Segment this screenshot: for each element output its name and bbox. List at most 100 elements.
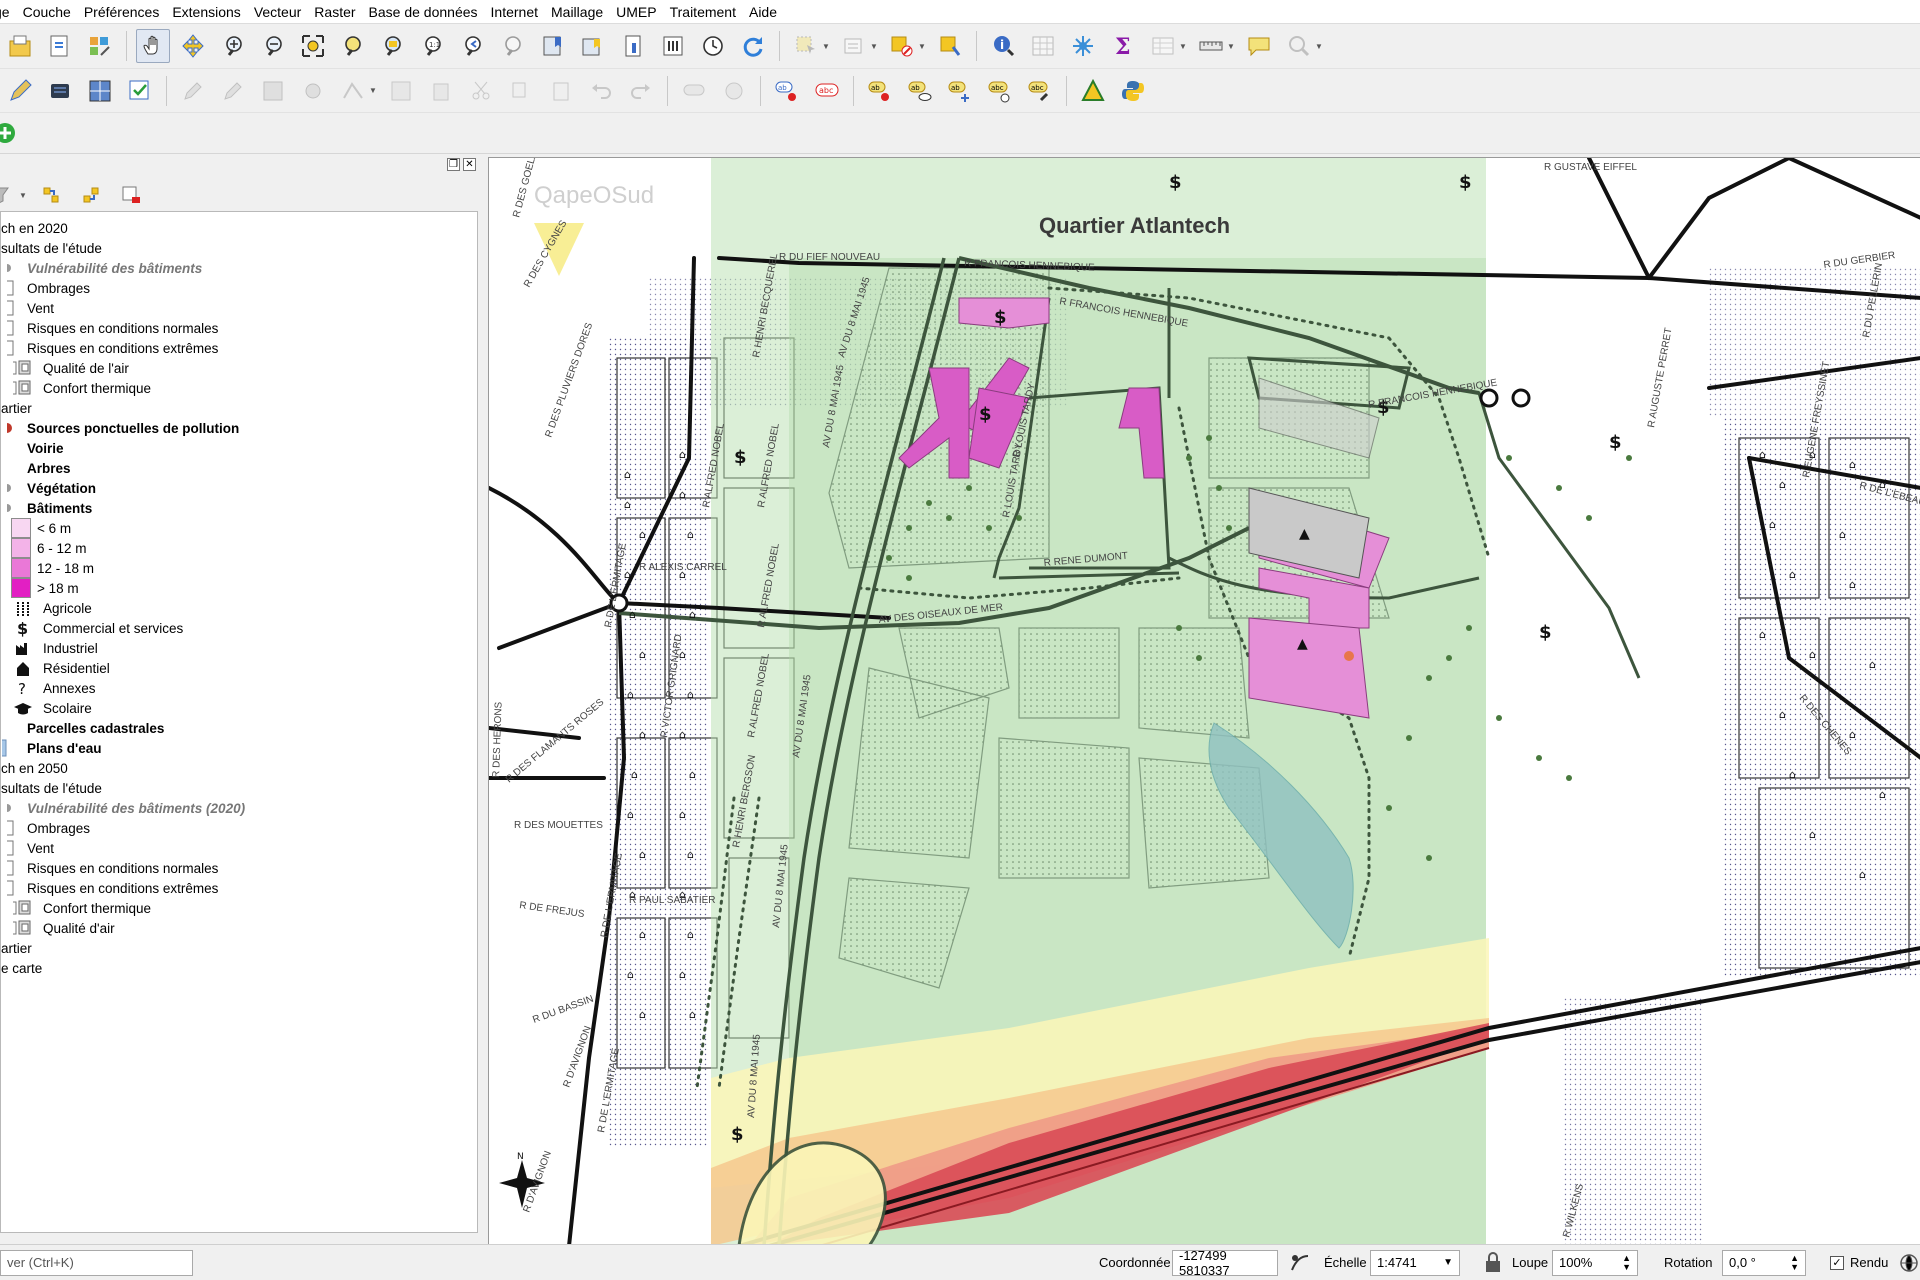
spinner-icon[interactable]: ▲ ▼ [1790, 1253, 1799, 1272]
collapse-all-icon[interactable] [74, 178, 108, 212]
zoom-in-icon[interactable] [216, 29, 250, 63]
delete-selected-icon[interactable] [424, 74, 458, 108]
locator-search-icon[interactable] [1282, 29, 1316, 63]
style-manager-button[interactable] [83, 29, 117, 63]
save-edits-icon[interactable] [216, 74, 250, 108]
layer-checkbox-icon[interactable] [1, 858, 23, 878]
dropdown-arrow-icon[interactable]: ▼ [822, 42, 830, 51]
open-table-icon[interactable] [1146, 29, 1180, 63]
coordinate-field[interactable]: -127499 5810337 [1172, 1248, 1278, 1278]
dropdown-arrow-icon[interactable]: ▼ [19, 191, 27, 200]
map-tips-icon[interactable] [656, 29, 690, 63]
annotation-icon[interactable] [1242, 29, 1276, 63]
add-feature-icon[interactable] [296, 74, 330, 108]
menu-database[interactable]: Base de données [369, 4, 487, 20]
dropdown-arrow-icon[interactable]: ▼ [870, 42, 878, 51]
select-location-icon[interactable] [933, 29, 967, 63]
sum-icon[interactable]: Σ [1106, 29, 1140, 63]
label-move-icon[interactable]: ab [863, 74, 897, 108]
dropdown-arrow-icon[interactable]: ▼ [369, 86, 377, 95]
magnifier-field[interactable]: 100% ▲ ▼ [1552, 1249, 1638, 1276]
vertex-tool-icon[interactable] [336, 74, 370, 108]
zoom-to-selection-icon[interactable] [336, 29, 370, 63]
label-show-icon[interactable]: ab [903, 74, 937, 108]
zoom-out-icon[interactable] [256, 29, 290, 63]
filter-legend-icon[interactable] [0, 178, 20, 212]
dropdown-arrow-icon[interactable]: ▼ [1179, 42, 1187, 51]
group-carte[interactable]: e carte [1, 956, 42, 980]
menu-raster[interactable]: Raster [314, 4, 364, 20]
chevron-down-icon[interactable]: ▼ [1443, 1257, 1453, 1268]
dropdown-arrow-icon[interactable]: ▼ [1315, 42, 1323, 51]
map-canvas[interactable]: ⌂ ⌂ ⌂ ⌂ ⌂ ⌂ ⌂ ⌂ ⌂ ⌂ ⌂ ⌂ ⌂ ⌂ ⌂ ⌂ ⌂ ⌂ ⌂ ⌂ ⌂ ⌂ ⌂ ⌂ ⌂ ⌂ ⌂ ⌂ ⌂ ⌂ … [488, 157, 1920, 1245]
dropdown-arrow-icon[interactable]: ▼ [1227, 42, 1235, 51]
dropdown-arrow-icon[interactable]: ▼ [918, 42, 926, 51]
label-rotate-icon[interactable]: ab [943, 74, 977, 108]
python-console-icon[interactable] [1116, 74, 1150, 108]
render-checkbox[interactable]: ✓ [1830, 1255, 1844, 1270]
menu-umep[interactable]: UMEP [616, 4, 665, 20]
attribute-table-icon[interactable] [1026, 29, 1060, 63]
zoom-last-icon[interactable] [456, 29, 490, 63]
identify-icon[interactable]: i [986, 29, 1020, 63]
menu-mesh[interactable]: Maillage [551, 4, 612, 20]
label-properties-icon[interactable]: abc [1023, 74, 1057, 108]
modify-attributes-icon[interactable] [384, 74, 418, 108]
layer-checkbox-icon[interactable] [1, 838, 23, 858]
layer-checkbox-icon[interactable] [1, 278, 23, 298]
spinner-icon[interactable]: ▲ ▼ [1622, 1253, 1631, 1272]
georeferencer-icon[interactable] [1076, 74, 1110, 108]
undo-icon[interactable] [584, 74, 618, 108]
zoom-full-icon[interactable] [296, 29, 330, 63]
zoom-to-layer-icon[interactable] [376, 29, 410, 63]
locator-search-input[interactable]: ver (Ctrl+K) [0, 1249, 193, 1276]
float-panel-icon[interactable]: ❐ [447, 158, 460, 171]
rotation-field[interactable]: 0,0 ° ▲ ▼ [1722, 1249, 1806, 1276]
select-features-icon[interactable] [789, 29, 823, 63]
close-panel-icon[interactable]: ✕ [463, 158, 476, 171]
paste-features-icon[interactable] [544, 74, 578, 108]
scale-field[interactable]: 1:4741 ▼ [1370, 1249, 1460, 1276]
layer-checkbox-icon[interactable] [1, 298, 23, 318]
show-bookmarks-icon[interactable] [576, 29, 610, 63]
grid-tool-icon[interactable] [83, 74, 117, 108]
menu-help[interactable]: Aide [749, 4, 786, 20]
edit-pencil-icon[interactable] [3, 74, 37, 108]
statistics-icon[interactable] [1066, 29, 1100, 63]
deselect-icon[interactable] [885, 29, 919, 63]
pan-to-selection-icon[interactable] [176, 29, 210, 63]
label-highlight-icon[interactable]: abc [810, 74, 844, 108]
diagram-tool-icon[interactable] [717, 74, 751, 108]
zoom-native-icon[interactable]: 1:1 [416, 29, 450, 63]
toggle-edit-icon[interactable] [176, 74, 210, 108]
copy-features-icon[interactable] [504, 74, 538, 108]
new-project-button[interactable] [3, 29, 37, 63]
menu-processing[interactable]: Traitement [670, 4, 745, 20]
expand-all-icon[interactable] [34, 178, 68, 212]
label-pin-icon[interactable]: ab [770, 74, 804, 108]
measure-icon[interactable] [1194, 29, 1228, 63]
menu-layer[interactable]: Couche [23, 4, 80, 20]
redo-icon[interactable] [624, 74, 658, 108]
menu-preferences[interactable]: Préférences [84, 4, 168, 20]
save-layer-icon[interactable] [256, 74, 290, 108]
check-geometry-icon[interactable] [123, 74, 157, 108]
gps-icon[interactable] [43, 74, 77, 108]
menu-internet[interactable]: Internet [491, 4, 547, 20]
label-change-icon[interactable]: abc [983, 74, 1017, 108]
temporal-controller-icon[interactable] [616, 29, 650, 63]
menu-vector[interactable]: Vecteur [254, 4, 310, 20]
layer-checkbox-icon[interactable] [1, 338, 23, 358]
layer-checkbox-icon[interactable] [1, 878, 23, 898]
label-tool-icon[interactable] [677, 74, 711, 108]
layer-checkbox-icon[interactable] [1, 318, 23, 338]
layer-checkbox-icon[interactable] [1, 818, 23, 838]
menu-extensions[interactable]: Extensions [172, 4, 249, 20]
select-by-value-icon[interactable] [837, 29, 871, 63]
remove-layer-icon[interactable] [114, 178, 148, 212]
map-svg[interactable]: ⌂⌂⌂ ⌂⌂⌂ ⌂⌂⌂ ⌂⌂⌂ ⌂⌂⌂ ⌂⌂⌂ ⌂⌂⌂ ⌂⌂⌂ ⌂⌂⌂ ⌂⌂⌂ … [489, 158, 1920, 1245]
cut-features-icon[interactable] [464, 74, 498, 108]
lock-icon[interactable] [1483, 1251, 1503, 1275]
refresh-icon[interactable] [736, 29, 770, 63]
layout-manager-button[interactable] [43, 29, 77, 63]
